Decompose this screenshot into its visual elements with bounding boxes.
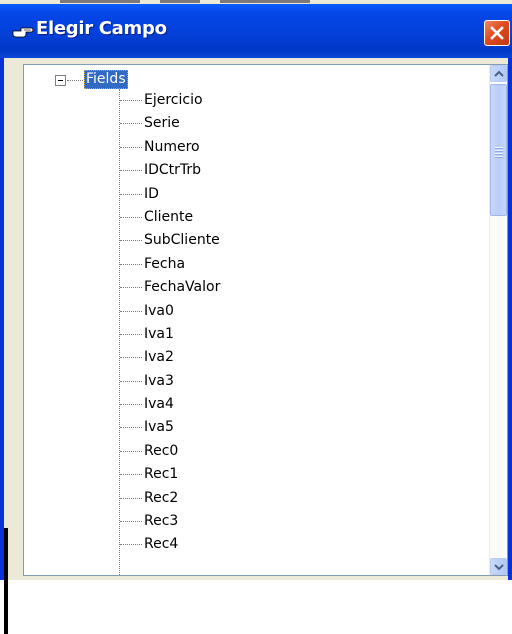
tree-connector-line [120,404,142,406]
tree-item-label: Rec2 [144,489,179,506]
tree-connector-line [120,146,142,148]
tree-item-label: Serie [144,115,180,132]
tree-item-label: ID [144,185,159,202]
tree-item-label: Rec3 [144,513,179,530]
tree-item-label: Iva0 [144,302,174,319]
dialog-client-area: Fields Ejercicio Serie Numero IDCtrTrb ID Cli… [4,58,508,634]
tree-connector-line [120,216,142,218]
tree-root-fields[interactable]: Fields [84,70,128,89]
tree-item-label: Iva2 [144,349,174,366]
tree-connector-line [120,287,142,289]
tree-connector-line [120,497,142,499]
elegir-campo-dialog: Elegir Campo Fields Ejercicio Serie Numero… [0,4,512,634]
tree-connector-line [120,357,142,359]
background-text-fragment [220,0,310,3]
tree-item-label: Iva4 [144,396,174,413]
tree-item-label: Cliente [144,208,194,225]
close-button[interactable] [484,20,510,46]
tree-connector-line [120,333,142,335]
tree-item-label: Rec1 [144,466,179,483]
tree-connector-line [120,240,142,242]
tree-item-label: Fecha [144,255,186,272]
background-text-fragment [160,0,200,3]
fields-tree-view[interactable]: Fields Ejercicio Serie Numero IDCtrTrb ID Cli… [23,64,508,576]
grip-icon [495,147,503,159]
collapse-toggle-icon[interactable] [55,75,66,86]
tree-connector-line [120,123,142,125]
tree-item-label: FechaValor [144,279,221,296]
tree-connector-line [120,310,142,312]
tree-item-label: IDCtrTrb [144,162,202,179]
pointing-hand-icon [12,27,34,38]
title-bar[interactable]: Elegir Campo [0,4,512,58]
background-text-fragment [60,0,140,3]
tree-connector-line [120,544,142,546]
tree-item-label: Ejercicio [144,92,203,108]
scroll-down-button[interactable] [490,558,507,575]
tree-connector-line [120,427,142,429]
vertical-scrollbar[interactable] [489,65,507,575]
tree-connector-line [120,474,142,476]
tree-connector-line [120,450,142,452]
tree-connector-line [120,380,142,382]
tree-item-label: Rec0 [144,442,179,459]
window-title: Elegir Campo [36,18,167,39]
scroll-up-button[interactable] [490,65,507,82]
tree-connector-line [120,263,142,265]
tree-connector-line [120,100,142,101]
tree-connector-line [67,80,83,81]
chevron-down-icon [494,564,504,571]
tree-connector-line [120,193,142,195]
chevron-up-icon [494,70,504,77]
window-edge [4,528,8,634]
tree-connector-line [120,521,142,523]
tree-item-label: Rec4 [144,536,179,553]
close-icon [490,26,504,40]
tree-branch-line [119,89,120,575]
tree-item-label: Iva5 [144,419,174,436]
tree-connector-line [120,170,142,172]
tree-item-label: Iva3 [144,372,174,389]
tree-item-label: Numero [144,138,200,155]
scrollbar-thumb[interactable] [490,84,507,216]
tree-item-label: Iva1 [144,325,174,342]
tree-item-label: SubCliente [144,232,220,249]
